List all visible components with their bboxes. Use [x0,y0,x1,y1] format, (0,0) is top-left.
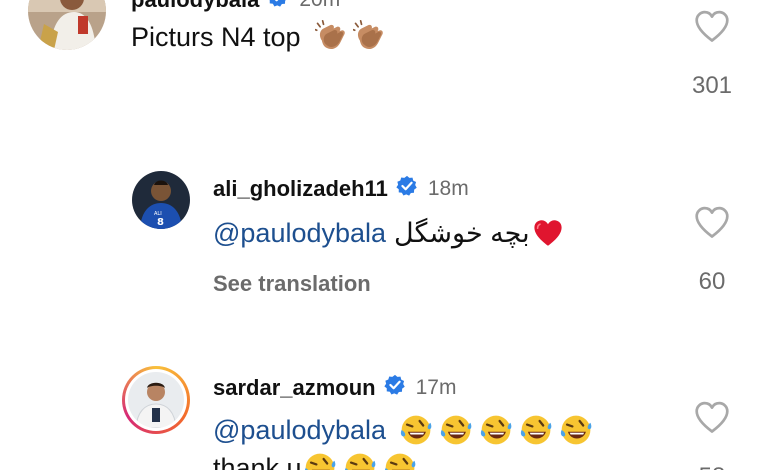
like-control: 58 [682,400,742,470]
verified-badge-icon [384,374,406,401]
comment-body: Picturs N4 top [131,21,301,52]
rolling-on-floor-laughing-emoji-icon [302,450,338,470]
comment-item: paulodybala 20m Picturs N4 top 301 [0,0,780,110]
jersey-number: 8 [157,217,164,228]
like-control: 60 [682,205,742,296]
avatar-with-story-ring[interactable] [122,366,190,434]
timestamp: 17m [415,375,457,399]
username[interactable]: ali_gholizadeh11 [213,176,388,202]
like-heart-icon[interactable] [693,205,731,246]
avatar[interactable]: ALI 8 [132,171,190,229]
like-heart-icon[interactable] [693,400,731,441]
rolling-on-floor-laughing-emoji-icon [438,412,474,448]
avatar[interactable] [28,0,106,50]
verified-badge-icon [267,0,289,13]
comment-text: Picturs N4 top [131,20,387,54]
timestamp: 20m [299,0,340,12]
rolling-on-floor-laughing-emoji-icon [382,450,418,470]
like-count: 60 [698,268,726,295]
mention-link[interactable]: @paulodybala [213,218,386,249]
like-count: 301 [691,72,733,99]
comment-text: @paulodybala بچه خوشگل [213,217,564,249]
comment-item: ALI 8 ali_gholizadeh11 18m @paulodybala … [0,165,780,315]
comment-body: thank u [213,452,302,470]
rolling-on-floor-laughing-emoji-icon [558,412,594,448]
comment-text-line2: thank u [213,450,418,470]
like-heart-icon[interactable] [693,9,731,50]
comment-item: sardar_azmoun 17m @paulodybala thank u 5… [0,360,780,470]
rolling-on-floor-laughing-emoji-icon [342,450,378,470]
comment-body: بچه خوشگل [394,217,530,248]
comment-text: @paulodybala [213,412,594,448]
clapping-hands-emoji-icon [353,20,387,54]
see-translation-link[interactable]: See translation [213,271,371,297]
username[interactable]: sardar_azmoun [213,375,376,401]
username[interactable]: paulodybala [131,0,259,13]
like-count: 58 [699,463,726,470]
like-control: 301 [682,9,742,100]
rolling-on-floor-laughing-emoji-icon [518,412,554,448]
mention-link[interactable]: @paulodybala [213,415,386,446]
red-heart-emoji-icon [532,217,564,249]
rolling-on-floor-laughing-emoji-icon [398,412,434,448]
timestamp: 18m [427,176,469,200]
rolling-on-floor-laughing-emoji-icon [478,412,514,448]
clapping-hands-emoji-icon [315,20,349,54]
verified-badge-icon [396,175,418,202]
